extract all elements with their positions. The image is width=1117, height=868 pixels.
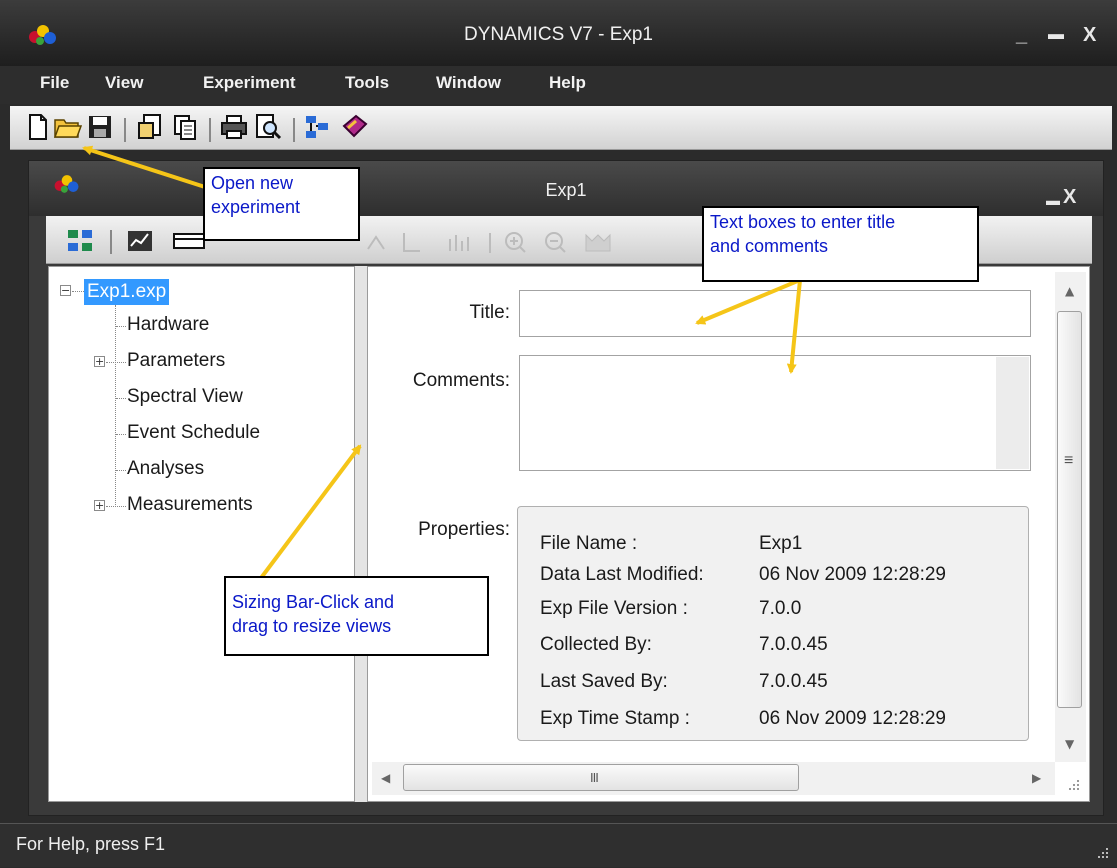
tree-connector <box>116 434 126 435</box>
prop-value-exp-time-stamp: 06 Nov 2009 12:28:29 <box>759 708 946 729</box>
scroll-right-arrow-icon[interactable]: ▶ <box>1032 771 1041 785</box>
child-close-button[interactable]: X <box>1063 186 1076 209</box>
experiment-tree[interactable] <box>48 266 355 802</box>
status-resize-grip-icon[interactable] <box>1092 843 1112 863</box>
callout-open-new-line1: Open new <box>211 173 294 193</box>
scroll-left-arrow-icon[interactable]: ◀ <box>381 771 390 785</box>
minimize-button[interactable]: _ <box>1016 24 1027 47</box>
tree-connector <box>116 326 126 327</box>
callout-text-boxes: Text boxes to enter title and comments <box>702 206 979 282</box>
expand-icon[interactable]: + <box>94 356 105 367</box>
tree-item-parameters[interactable]: Parameters <box>127 350 225 372</box>
callout-open-new-line2: experiment <box>211 197 301 217</box>
disabled-toolbar-icons <box>364 229 654 255</box>
comments-label: Comments: <box>412 370 510 391</box>
toolbar-separator <box>209 118 211 142</box>
status-bar <box>0 823 1117 867</box>
comments-scrollbar-track[interactable] <box>996 357 1029 469</box>
prop-key-collected-by: Collected By: <box>540 634 652 655</box>
scroll-hgrip-icon: III <box>590 770 599 785</box>
save-icon[interactable] <box>87 114 113 140</box>
callout-open-new-experiment: Open new experiment <box>203 167 360 241</box>
menu-tools[interactable]: Tools <box>345 73 389 93</box>
tree-root-selected[interactable]: Exp1.exp <box>84 279 170 305</box>
menu-view[interactable]: View <box>105 73 143 93</box>
tree-item-event-schedule[interactable]: Event Schedule <box>127 422 260 444</box>
collapse-icon[interactable]: − <box>60 285 71 296</box>
title-label: Title: <box>469 302 510 323</box>
import-icon[interactable] <box>136 113 164 141</box>
prop-key-exp-time-stamp: Exp Time Stamp : <box>540 708 690 729</box>
prop-value-file-name: Exp1 <box>759 533 803 554</box>
prop-key-data-last-modified: Data Last Modified: <box>540 564 704 585</box>
resize-grip-icon[interactable] <box>1062 774 1082 794</box>
callout-text-boxes-line1: Text boxes to enter title <box>710 212 896 232</box>
callout-sizing-line2: drag to resize views <box>232 616 392 636</box>
toolbar-separator <box>293 118 295 142</box>
tree-item-spectral-view[interactable]: Spectral View <box>127 386 243 408</box>
tree-connector <box>116 470 126 471</box>
properties-label: Properties: <box>418 519 510 540</box>
horizontal-scroll-thumb[interactable] <box>403 764 799 791</box>
print-icon[interactable] <box>220 114 248 140</box>
prop-value-last-saved-by: 7.0.0.45 <box>759 671 828 692</box>
prop-key-exp-file-version: Exp File Version : <box>540 598 688 619</box>
child-maximize-button[interactable]: ▬ <box>1046 192 1060 208</box>
vertical-scroll-thumb[interactable] <box>1057 311 1082 708</box>
menu-window[interactable]: Window <box>436 73 501 93</box>
tree-connector <box>72 291 84 292</box>
open-folder-icon[interactable] <box>53 114 83 140</box>
sizing-bar[interactable] <box>355 266 367 802</box>
scroll-up-arrow-icon[interactable]: ▲ <box>1065 284 1074 298</box>
tree-connector <box>115 305 116 505</box>
menu-file[interactable]: File <box>40 73 69 93</box>
tree-connector <box>116 398 126 399</box>
maximize-button[interactable]: ▬ <box>1048 26 1064 44</box>
window-title: DYNAMICS V7 - Exp1 <box>464 24 653 45</box>
close-button[interactable]: X <box>1083 24 1096 47</box>
tree-item-hardware[interactable]: Hardware <box>127 314 209 336</box>
status-text: For Help, press F1 <box>16 834 166 854</box>
prop-value-exp-file-version: 7.0.0 <box>759 598 802 619</box>
toolbar-separator <box>110 230 112 254</box>
tree-toggle-icon[interactable] <box>66 227 96 255</box>
tree-connector <box>106 362 126 363</box>
callout-text-boxes-line2: and comments <box>710 236 829 256</box>
tree-root-label: Exp1.exp <box>87 281 167 302</box>
scroll-down-arrow-icon[interactable]: ▼ <box>1065 737 1074 751</box>
tree-connector <box>106 506 126 507</box>
prop-value-collected-by: 7.0.0.45 <box>759 634 828 655</box>
print-preview-icon[interactable] <box>254 113 282 141</box>
menu-experiment[interactable]: Experiment <box>203 73 296 93</box>
callout-sizing-bar: Sizing Bar-Click and drag to resize view… <box>224 576 489 656</box>
scroll-grip-icon: ≡ <box>1064 452 1074 469</box>
prop-value-data-last-modified: 06 Nov 2009 12:28:29 <box>759 564 946 585</box>
prop-key-last-saved-by: Last Saved By: <box>540 671 668 692</box>
callout-sizing-line1: Sizing Bar-Click and <box>232 592 395 612</box>
prop-key-file-name: File Name : <box>540 533 638 554</box>
export-icon[interactable] <box>172 113 198 141</box>
help-book-icon[interactable] <box>340 112 370 142</box>
chart-view-icon[interactable] <box>126 229 154 253</box>
menu-help[interactable]: Help <box>549 73 586 93</box>
window-view-icon[interactable] <box>172 231 206 251</box>
comments-textarea[interactable] <box>519 355 1031 471</box>
child-window-title: Exp1 <box>545 180 587 200</box>
toolbar-separator <box>124 118 126 142</box>
tree-item-analyses[interactable]: Analyses <box>127 458 204 480</box>
expand-icon[interactable]: + <box>94 500 105 511</box>
new-file-icon[interactable] <box>27 113 49 141</box>
tree-item-measurements[interactable]: Measurements <box>127 494 253 516</box>
title-input[interactable] <box>519 290 1031 337</box>
hardware-config-icon[interactable] <box>304 113 332 141</box>
